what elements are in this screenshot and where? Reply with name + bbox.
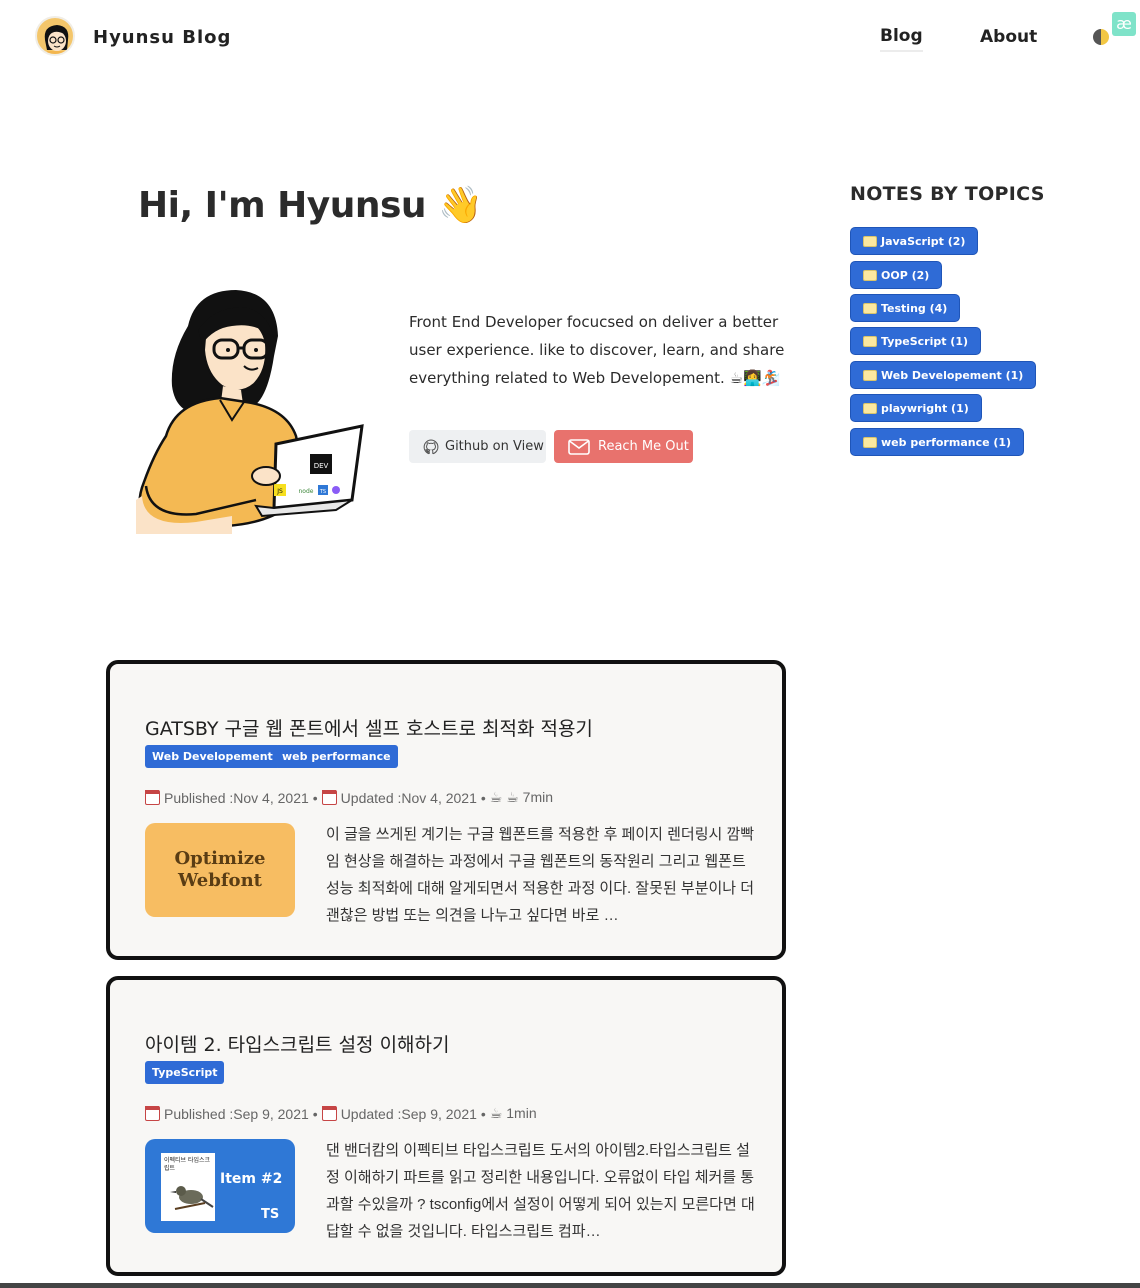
book-cover-image: 이펙티브 타입스크립트 — [161, 1153, 215, 1221]
post-published: Published :Nov 4, 2021 — [164, 789, 309, 806]
post-excerpt: 이 글을 쓰게된 계기는 구글 웹폰트를 적용한 후 페이지 렌더링시 깜빡임 … — [326, 826, 755, 924]
topic-label: Testing (4) — [881, 301, 948, 315]
thumbnail-text: Item #2 — [220, 1171, 283, 1187]
github-icon — [423, 438, 439, 454]
post-title[interactable]: 아이템 2. 타입스크립트 설정 이해하기 — [145, 1030, 450, 1057]
calendar-icon — [321, 790, 337, 805]
topic-web-developement[interactable]: Web Developement (1) — [850, 361, 1037, 389]
github-button[interactable]: Github on View — [409, 430, 546, 463]
site-header: Hyunsu Blog Blog About æ — [0, 0, 1140, 76]
calendar-icon — [145, 790, 160, 805]
post-reading-time: ☕ ☕ 7min — [489, 789, 554, 805]
post-title[interactable]: GATSBY 구글 웹 폰트에서 셀프 호스트로 최적화 적용기 — [145, 714, 593, 741]
post-tag[interactable]: TypeScript — [145, 1061, 225, 1084]
post-updated: Updated :Nov 4, 2021 — [340, 789, 477, 806]
topic-typescript[interactable]: TypeScript (1) — [850, 327, 982, 355]
reach-me-out-button[interactable]: Reach Me Out — [554, 430, 693, 463]
hero-illustration: DEV JS node TS — [136, 286, 368, 534]
topic-web-performance[interactable]: web performance (1) — [850, 428, 1025, 456]
avatar-illustration — [44, 25, 69, 54]
topic-label: playwright (1) — [881, 401, 969, 415]
post-excerpt: 댄 밴더캄의 이펙티브 타입스크립트 도서의 아이템2.타입스크립트 설정 이해… — [326, 1142, 755, 1240]
folder-icon — [863, 235, 877, 247]
topic-javascript[interactable]: JavaScript (2) — [850, 227, 979, 255]
topic-label: web performance (1) — [881, 435, 1012, 449]
hero-bio: Front End Developer focucsed on deliver … — [409, 313, 785, 387]
topic-testing[interactable]: Testing (4) — [850, 294, 961, 322]
topic-label: TypeScript (1) — [881, 334, 969, 348]
laptop-node-logo: node — [299, 488, 314, 495]
post-card[interactable]: GATSBY 구글 웹 폰트에서 셀프 호스트로 최적화 적용기 Web Dev… — [106, 660, 786, 960]
github-button-label: Github on View — [445, 439, 544, 454]
theme-toggle-icon[interactable] — [1093, 29, 1109, 45]
bottom-scroll-edge — [0, 1283, 1140, 1288]
calendar-icon — [145, 1106, 160, 1121]
topics-title: NOTES BY TOPICS — [850, 183, 1045, 205]
laptop-ts-logo: TS — [319, 489, 326, 495]
mail-icon — [568, 438, 590, 455]
topic-oop[interactable]: OOP (2) — [850, 261, 943, 289]
post-tag[interactable]: Web Developement — [145, 745, 280, 768]
post-published: Published :Sep 9, 2021 — [164, 1105, 309, 1122]
nav-blog-link[interactable]: Blog — [880, 26, 923, 52]
folder-icon — [863, 369, 877, 381]
folder-icon — [863, 269, 877, 281]
post-tag[interactable]: web performance — [275, 745, 398, 768]
ae-extension-icon[interactable]: æ — [1112, 12, 1136, 36]
logo-avatar[interactable] — [35, 16, 75, 56]
topic-label: OOP (2) — [881, 268, 930, 282]
topic-label: Web Developement (1) — [881, 368, 1024, 382]
site-title[interactable]: Hyunsu Blog — [93, 27, 231, 48]
post-thumbnail[interactable]: 이펙티브 타입스크립트 Item #2 TS — [145, 1139, 295, 1233]
folder-icon — [863, 402, 877, 414]
folder-icon — [863, 436, 877, 448]
topic-label: JavaScript (2) — [881, 234, 966, 248]
post-updated: Updated :Sep 9, 2021 — [340, 1105, 477, 1122]
laptop-js-logo: JS — [276, 488, 283, 495]
thumbnail-text: Optimize Webfont — [174, 848, 266, 891]
post-card[interactable]: 아이템 2. 타입스크립트 설정 이해하기 TypeScript Publish… — [106, 976, 786, 1276]
hero-title: Hi, I'm Hyunsu 👋 — [138, 185, 483, 226]
reach-button-label: Reach Me Out — [598, 439, 689, 454]
calendar-icon — [321, 1106, 337, 1121]
thumbnail-ts-label: TS — [261, 1207, 280, 1222]
folder-icon — [863, 302, 877, 314]
post-meta: Published :Nov 4, 2021 • Updated :Nov 4,… — [145, 789, 553, 806]
post-reading-time: ☕ 1min — [489, 1105, 537, 1121]
folder-icon — [863, 335, 877, 347]
book-title: 이펙티브 타입스크립트 — [164, 1157, 211, 1172]
nav-about-link[interactable]: About — [980, 27, 1037, 47]
laptop-dev-sticker: DEV — [314, 462, 329, 470]
topic-playwright[interactable]: playwright (1) — [850, 394, 982, 422]
post-thumbnail[interactable]: Optimize Webfont — [145, 823, 295, 917]
post-meta: Published :Sep 9, 2021 • Updated :Sep 9,… — [145, 1105, 537, 1122]
